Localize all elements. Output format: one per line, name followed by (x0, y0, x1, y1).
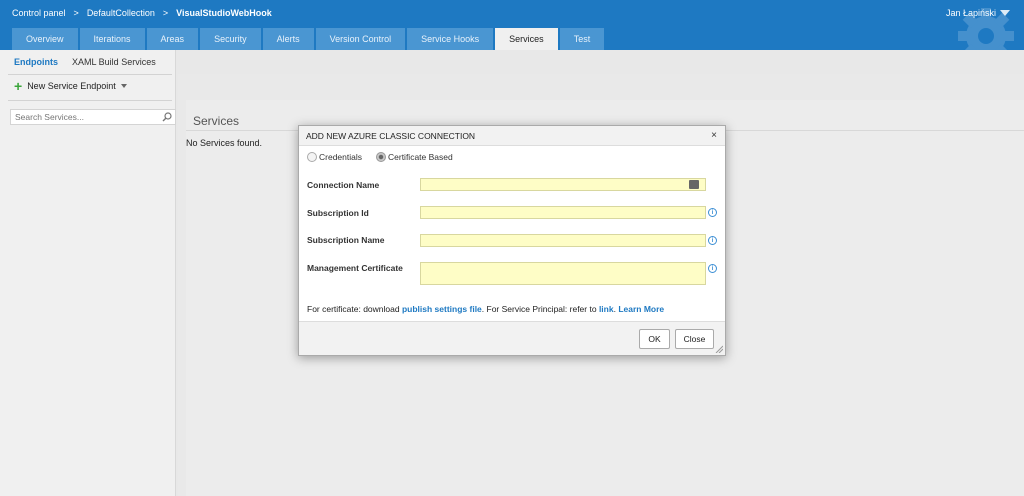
divider (8, 74, 172, 75)
tab-services[interactable]: Services (495, 28, 558, 50)
search-input[interactable] (15, 112, 155, 122)
subscription-id-label: Subscription Id (307, 208, 369, 218)
close-icon[interactable]: × (711, 130, 717, 141)
page-title: Services (193, 114, 240, 128)
sub-navigation: Endpoints XAML Build Services (0, 50, 1024, 74)
note-prefix: For certificate: download (307, 304, 402, 314)
subscription-name-field[interactable] (420, 234, 706, 247)
info-icon[interactable]: i (708, 264, 717, 273)
breadcrumb-project[interactable]: VisualStudioWebHook (176, 8, 272, 18)
radio-button[interactable] (307, 152, 317, 162)
subscription-id-field[interactable] (420, 206, 706, 219)
tab-test[interactable]: Test (559, 28, 605, 50)
chevron-down-icon (1000, 10, 1010, 16)
breadcrumb-control-panel[interactable]: Control panel (12, 8, 66, 18)
close-button[interactable]: Close (675, 329, 714, 349)
breadcrumb: Control panel > DefaultCollection > Visu… (12, 8, 278, 18)
chevron-down-icon (120, 84, 127, 88)
publish-settings-link[interactable]: publish settings file (402, 304, 482, 314)
password-key-icon[interactable] (689, 180, 699, 189)
auth-type-radios: Credentials Certificate Based (307, 152, 453, 162)
ok-button[interactable]: OK (639, 329, 670, 349)
dialog-footer: OK Close (299, 321, 725, 355)
search-icon[interactable] (162, 112, 172, 122)
user-menu[interactable]: Jan Łapiński (946, 8, 1010, 18)
tab-alerts[interactable]: Alerts (262, 28, 314, 50)
subnav-endpoints[interactable]: Endpoints (14, 57, 58, 67)
tab-version-control[interactable]: Version Control (315, 28, 406, 50)
tab-security[interactable]: Security (200, 28, 261, 50)
new-service-endpoint-label: New Service Endpoint (27, 81, 116, 91)
new-service-endpoint-button[interactable]: + New Service Endpoint (14, 78, 127, 94)
tab-overview[interactable]: Overview (12, 28, 78, 50)
note-mid: . For Service Principal: refer to (481, 304, 599, 314)
resize-grip-icon[interactable] (715, 345, 723, 353)
note-dot: . (613, 304, 616, 314)
add-connection-dialog: ADD NEW AZURE CLASSIC CONNECTION × Crede… (298, 125, 726, 356)
radio-credentials[interactable]: Credentials (307, 152, 362, 162)
breadcrumb-separator: > (73, 8, 79, 18)
subscription-name-label: Subscription Name (307, 235, 385, 245)
radio-certificate-based[interactable]: Certificate Based (376, 152, 453, 162)
tab-areas[interactable]: Areas (146, 28, 199, 50)
tab-iterations[interactable]: Iterations (79, 28, 145, 50)
info-icon[interactable]: i (708, 208, 717, 217)
learn-more-link[interactable]: Learn More (618, 304, 664, 314)
breadcrumb-collection[interactable]: DefaultCollection (87, 8, 155, 18)
user-name: Jan Łapiński (945, 8, 996, 18)
search-box (10, 109, 176, 125)
connection-name-label: Connection Name (307, 180, 380, 190)
plus-icon: + (14, 78, 23, 94)
connection-name-field[interactable] (420, 178, 706, 191)
tab-bar: Overview Iterations Areas Security Alert… (12, 28, 605, 50)
radio-button-selected[interactable] (376, 152, 386, 162)
radio-credentials-label: Credentials (319, 152, 362, 162)
radio-certificate-label: Certificate Based (388, 152, 453, 162)
info-icon[interactable]: i (708, 236, 717, 245)
management-certificate-field[interactable] (420, 262, 706, 285)
divider (8, 100, 172, 101)
dialog-title: ADD NEW AZURE CLASSIC CONNECTION (306, 130, 476, 141)
breadcrumb-separator: > (162, 8, 169, 18)
help-note: For certificate: download publish settin… (307, 304, 664, 314)
service-principal-link[interactable]: link (599, 304, 614, 314)
management-certificate-label: Management Certificate (307, 263, 403, 273)
dialog-header: ADD NEW AZURE CLASSIC CONNECTION (299, 126, 725, 146)
empty-message: No Services found. (186, 138, 263, 148)
subnav-xaml-build-services[interactable]: XAML Build Services (72, 57, 156, 67)
top-bar: Control panel > DefaultCollection > Visu… (0, 0, 1024, 50)
tab-service-hooks[interactable]: Service Hooks (407, 28, 494, 50)
